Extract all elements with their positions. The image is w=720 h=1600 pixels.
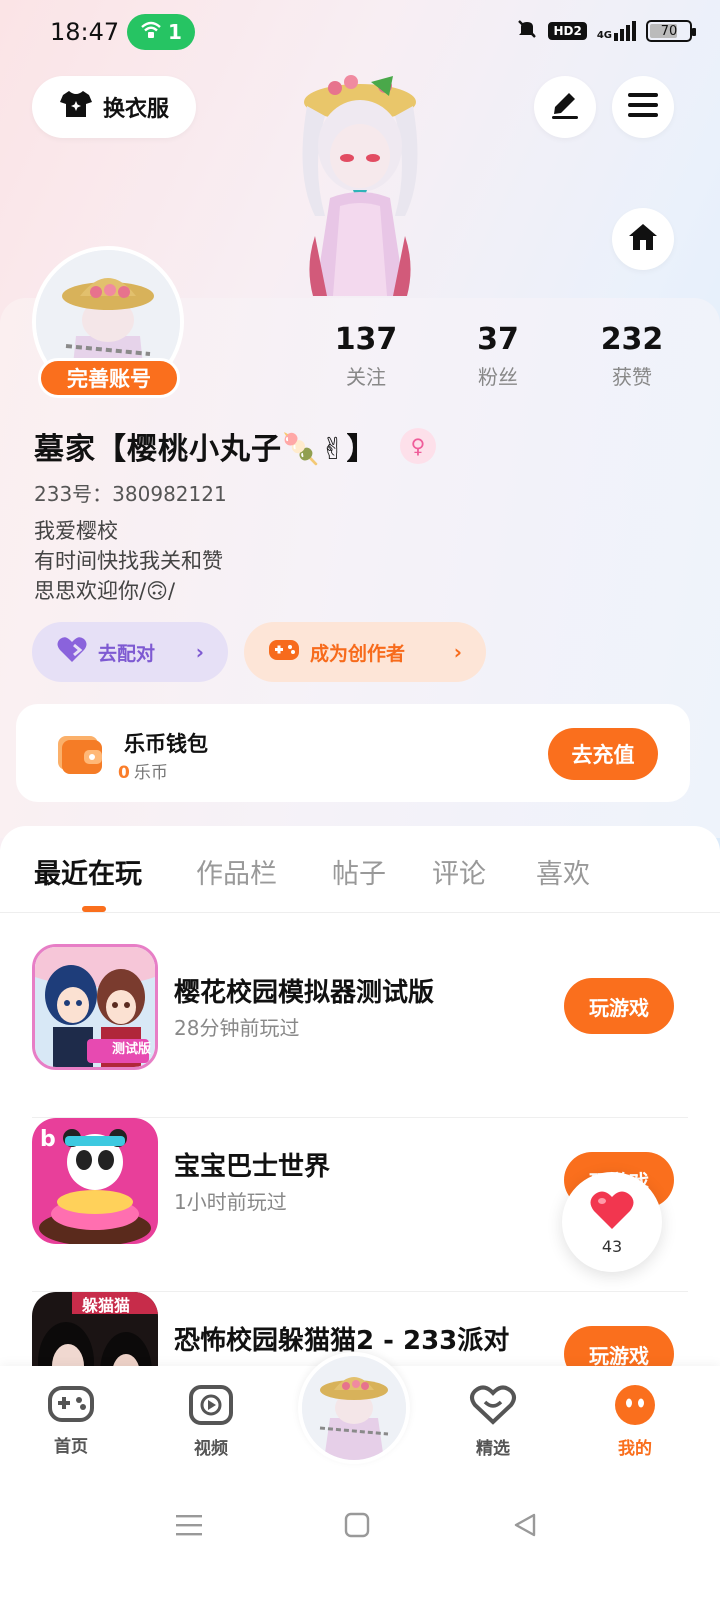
bio-line: 思思欢迎你/🙃/: [34, 579, 176, 603]
stat-following[interactable]: 137 关注: [316, 322, 416, 390]
female-gender-icon: ♀: [400, 428, 436, 464]
back-triangle-icon[interactable]: [512, 1512, 538, 1542]
heart-outline-icon: [469, 1384, 517, 1430]
signal-icon: 4G: [597, 21, 636, 41]
likes-label: 获赞: [612, 365, 652, 389]
game-last-played: 28分钟前玩过: [174, 1016, 300, 1040]
edit-profile-button[interactable]: [534, 76, 596, 138]
gamepad-icon: [268, 637, 300, 668]
tab-recently-played[interactable]: 最近在玩: [34, 852, 142, 891]
tab-works[interactable]: 作品栏: [196, 852, 277, 891]
hd-network-badge: HD2: [548, 22, 587, 40]
nav-me[interactable]: 我的: [590, 1384, 680, 1459]
become-creator-button[interactable]: 成为创作者 ›: [244, 622, 486, 682]
mute-bell-icon: [516, 18, 538, 44]
pencil-icon: [549, 90, 581, 124]
battery-level: 70: [660, 23, 678, 39]
game-title: 恐怖校园躲猫猫2 - 233派对: [174, 1326, 510, 1356]
likes-count: 232: [600, 322, 664, 357]
following-count: 137: [334, 322, 398, 357]
status-time: 18:47: [50, 18, 120, 46]
complete-account-badge[interactable]: 完善账号: [38, 358, 180, 398]
game-last-played: 1小时前玩过: [174, 1190, 287, 1214]
tab-posts[interactable]: 帖子: [332, 852, 386, 891]
status-bar: 18:47 1 HD2 4G 70: [0, 0, 720, 64]
change-outfit-label: 换衣服: [102, 97, 169, 122]
nav-featured-label: 精选: [476, 1439, 510, 1459]
content-tabs-panel: 最近在玩 作品栏 帖子 评论 喜欢 测试版 樱花校园模拟器测试版 28分钟前玩过: [0, 826, 720, 1418]
wallet-card[interactable]: 乐币钱包 0 乐币 去充值: [16, 704, 690, 802]
home-button[interactable]: [612, 208, 674, 270]
nav-video-label: 视频: [194, 1439, 228, 1459]
system-navigation-bar: [0, 1506, 720, 1546]
play-game-button[interactable]: 玩游戏: [564, 978, 674, 1034]
change-outfit-button[interactable]: 换衣服: [32, 76, 196, 138]
following-label: 关注: [346, 365, 386, 389]
wallet-icon: [56, 730, 104, 776]
home-square-icon[interactable]: [344, 1512, 370, 1542]
like-count: 43: [601, 1236, 623, 1256]
video-play-icon: [188, 1384, 234, 1430]
game-icon-badge: 测试版: [111, 1042, 151, 1057]
tabs-divider: [0, 912, 720, 913]
bio-line: 有时间快找我关和赞: [34, 549, 223, 573]
go-match-label: 去配对: [98, 642, 156, 665]
menu-button[interactable]: [612, 76, 674, 138]
tab-comments[interactable]: 评论: [432, 852, 486, 891]
game-icon-badge: 躲猫猫: [82, 1296, 131, 1315]
go-match-button[interactable]: 去配对 ›: [32, 622, 228, 682]
wifi-hotspot-indicator: 1: [127, 14, 195, 50]
status-icons: HD2 4G 70: [516, 18, 696, 44]
nav-home[interactable]: 首页: [26, 1384, 116, 1457]
face-icon: [612, 1384, 658, 1430]
user-id[interactable]: 233号：380982121: [34, 478, 227, 507]
nav-me-label: 我的: [618, 1439, 652, 1459]
stat-likes[interactable]: 232 获赞: [582, 322, 682, 390]
list-item[interactable]: 测试版 樱花校园模拟器测试版 28分钟前玩过 玩游戏: [0, 944, 720, 1118]
nav-video[interactable]: 视频: [166, 1384, 256, 1459]
stat-followers[interactable]: 37 粉丝: [448, 322, 548, 390]
wallet-balance: 0 乐币: [118, 758, 168, 783]
heart-icon: [56, 636, 88, 669]
wallet-amount: 0: [118, 763, 130, 783]
nav-featured[interactable]: 精选: [448, 1384, 538, 1459]
profile-nickname: 墓家【樱桃小丸子🍡✌】: [34, 432, 378, 467]
wallet-unit: 乐币: [133, 763, 168, 783]
heart-icon: [589, 1189, 635, 1235]
chevron-right-icon: ›: [453, 640, 462, 664]
tab-likes[interactable]: 喜欢: [536, 852, 590, 891]
svg-text:b: b: [40, 1127, 56, 1152]
recharge-button[interactable]: 去充值: [548, 728, 658, 780]
wallet-title: 乐币钱包: [124, 732, 208, 756]
recent-apps-icon[interactable]: [176, 1512, 202, 1542]
followers-label: 粉丝: [478, 365, 518, 389]
nav-avatar-button[interactable]: [298, 1352, 410, 1464]
followers-count: 37: [477, 322, 519, 357]
hamburger-menu-icon: [628, 92, 658, 122]
game-title: 宝宝巴士世界: [174, 1152, 331, 1182]
chevron-right-icon: ›: [195, 640, 204, 664]
wifi-icon: [140, 20, 162, 44]
nav-home-label: 首页: [54, 1437, 88, 1457]
game-icon-sakura-school: 测试版: [32, 944, 158, 1070]
bio-line: 我爱樱校: [34, 519, 118, 543]
shirt-icon: [59, 89, 93, 125]
bottom-navigation: 首页 视频 精选 我的: [0, 1352, 720, 1600]
character-avatar-figure[interactable]: [285, 66, 435, 298]
battery-icon: 70: [646, 20, 696, 42]
become-creator-label: 成为创作者: [310, 642, 406, 665]
game-title: 樱花校园模拟器测试版: [174, 978, 435, 1008]
game-icon-babybus: b: [32, 1118, 158, 1244]
profile-bio: 我爱樱校 有时间快找我关和赞 思思欢迎你/🙃/: [34, 516, 223, 606]
wifi-count: 1: [168, 20, 182, 44]
gamepad-icon: [47, 1384, 95, 1428]
floating-like-button[interactable]: 43: [562, 1172, 662, 1272]
home-icon: [627, 222, 659, 256]
